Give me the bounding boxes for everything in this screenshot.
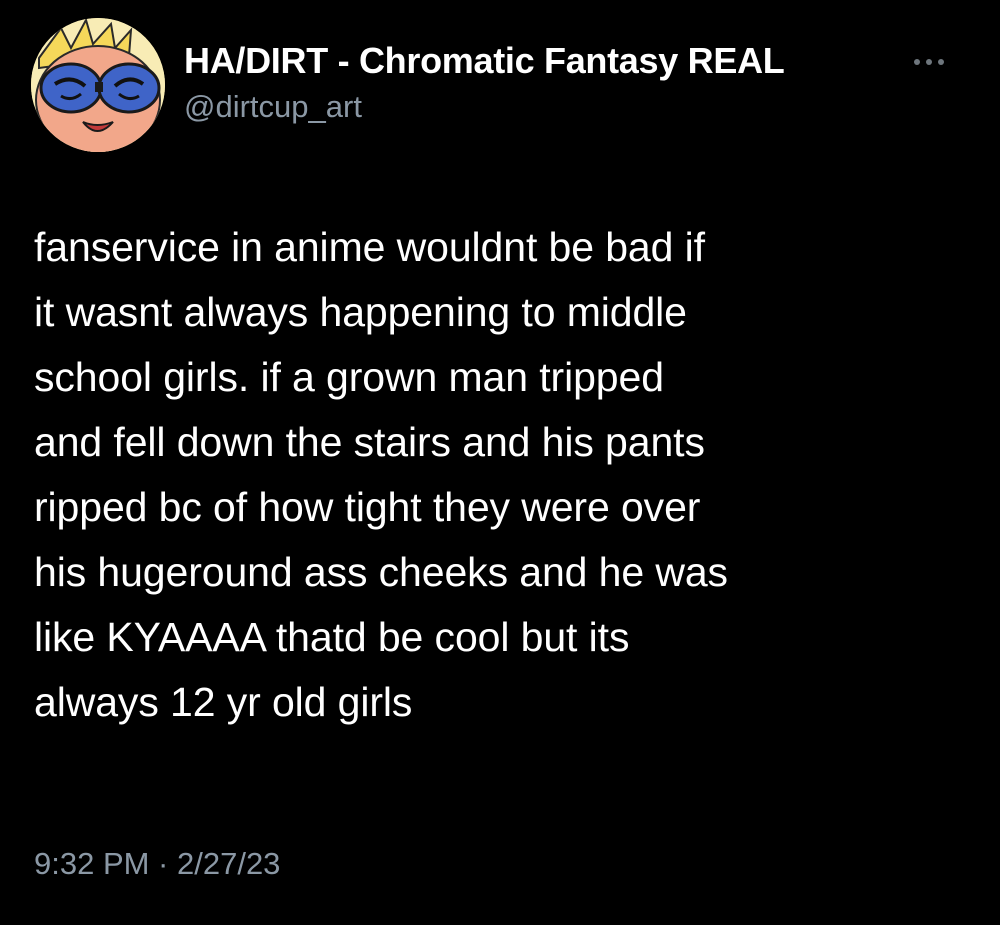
- tweet-text-line: ripped bc of how tight they were over: [34, 484, 701, 530]
- tweet-text-line: always 12 yr old girls: [34, 679, 413, 725]
- tweet-text-line: it wasnt always happening to middle: [34, 289, 687, 335]
- tweet-text-line: and fell down the stairs and his pants: [34, 419, 705, 465]
- tweet-card: HA/DIRT - Chromatic Fantasy REAL @dirtcu…: [0, 0, 1000, 925]
- tweet-text-line: like KYAAAA thatd be cool but its: [34, 614, 630, 660]
- more-options-icon[interactable]: [904, 44, 954, 80]
- author-display-name[interactable]: HA/DIRT - Chromatic Fantasy REAL: [184, 40, 785, 82]
- avatar[interactable]: [31, 18, 165, 152]
- tweet-text-line: his hugeround ass cheeks and he was: [34, 549, 728, 595]
- tweet-text: fanservice in anime wouldnt be bad if it…: [34, 215, 974, 735]
- tweet-timestamp[interactable]: 9:32 PM · 2/27/23: [34, 846, 280, 882]
- cartoon-face-avatar-icon: [31, 18, 165, 152]
- author-handle[interactable]: @dirtcup_art: [184, 89, 362, 125]
- tweet-text-line: fanservice in anime wouldnt be bad if: [34, 224, 705, 270]
- tweet-text-line: school girls. if a grown man tripped: [34, 354, 664, 400]
